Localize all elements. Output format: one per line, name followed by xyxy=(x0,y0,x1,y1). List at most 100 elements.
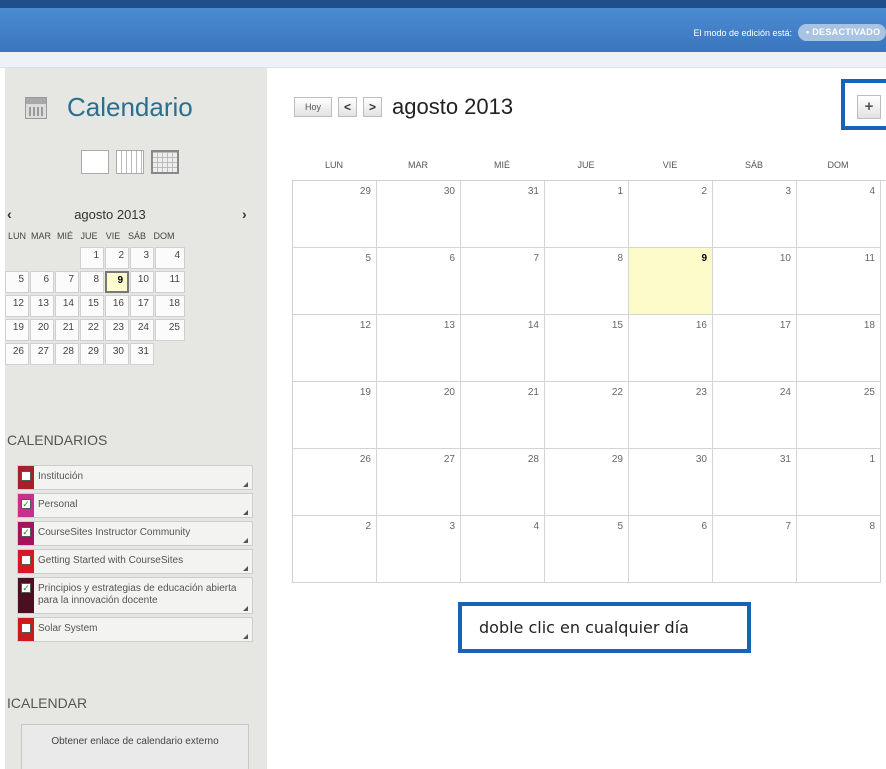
calendar-list-item[interactable]: ✓ CourseSites Instructor Community xyxy=(17,521,253,546)
mini-day-cell[interactable]: 7 xyxy=(55,271,79,293)
day-view-button[interactable] xyxy=(81,150,109,174)
day-cell[interactable]: 17 xyxy=(713,315,797,382)
day-cell[interactable]: 18 xyxy=(797,315,881,382)
mini-day-cell[interactable]: 18 xyxy=(155,295,185,317)
mini-day-cell[interactable]: 8 xyxy=(80,271,104,293)
day-cell[interactable]: 26 xyxy=(293,449,377,516)
week-row: 5 6 7 8 9 10 11 xyxy=(293,248,886,315)
day-cell[interactable]: 6 xyxy=(377,248,461,315)
calendar-checkbox[interactable]: ✓ xyxy=(21,583,31,593)
weekday-label: MIÉ xyxy=(493,160,510,170)
day-cell[interactable]: 30 xyxy=(377,181,461,248)
mini-day-cell[interactable]: 27 xyxy=(30,343,54,365)
main-toolbar: Hoy < > agosto 2013 xyxy=(294,94,513,120)
mini-day-cell[interactable]: 5 xyxy=(5,271,29,293)
mini-day-cell[interactable]: 22 xyxy=(80,319,104,341)
calendar-list-item[interactable]: ✓ Personal xyxy=(17,493,253,518)
mini-day-cell[interactable]: 25 xyxy=(155,319,185,341)
mini-day-cell[interactable]: 29 xyxy=(80,343,104,365)
calendar-list-item[interactable]: Solar System xyxy=(17,617,253,642)
day-cell[interactable]: 1 xyxy=(545,181,629,248)
calendar-list-item[interactable]: ✓ Principios y estrategias de educación a… xyxy=(17,577,253,614)
day-cell[interactable]: 5 xyxy=(293,248,377,315)
mini-day-cell[interactable]: 28 xyxy=(55,343,79,365)
day-cell[interactable]: 14 xyxy=(461,315,545,382)
day-cell[interactable]: 8 xyxy=(797,516,881,583)
mini-weekday-label: VIE xyxy=(105,231,121,241)
mini-day-cell[interactable]: 13 xyxy=(30,295,54,317)
today-button[interactable]: Hoy xyxy=(294,97,332,117)
calendar-list-item[interactable]: Getting Started with CourseSites xyxy=(17,549,253,574)
day-cell[interactable]: 22 xyxy=(545,382,629,449)
day-cell[interactable]: 3 xyxy=(713,181,797,248)
day-cell[interactable]: 3 xyxy=(377,516,461,583)
prev-month-button[interactable]: < xyxy=(338,97,357,117)
mini-day-cell[interactable]: 20 xyxy=(30,319,54,341)
day-cell[interactable]: 7 xyxy=(461,248,545,315)
mini-day-cell[interactable]: 19 xyxy=(5,319,29,341)
mini-day-cell[interactable]: 26 xyxy=(5,343,29,365)
day-cell[interactable]: 29 xyxy=(545,449,629,516)
edit-mode-toggle[interactable]: • DESACTIVADO xyxy=(798,24,886,41)
day-cell[interactable]: 4 xyxy=(461,516,545,583)
mini-day-cell[interactable]: 16 xyxy=(105,295,129,317)
mini-day-cell[interactable]: 15 xyxy=(80,295,104,317)
day-cell[interactable]: 8 xyxy=(545,248,629,315)
mini-day-cell[interactable]: 6 xyxy=(30,271,54,293)
day-cell[interactable]: 28 xyxy=(461,449,545,516)
day-cell[interactable]: 5 xyxy=(545,516,629,583)
mini-day-cell[interactable]: 10 xyxy=(130,271,154,293)
mini-day-cell[interactable]: 4 xyxy=(155,247,185,269)
week-view-button[interactable] xyxy=(116,150,144,174)
calendar-checkbox[interactable] xyxy=(21,555,31,565)
day-cell[interactable]: 12 xyxy=(293,315,377,382)
day-cell[interactable]: 25 xyxy=(797,382,881,449)
day-cell[interactable]: 23 xyxy=(629,382,713,449)
day-cell[interactable]: 15 xyxy=(545,315,629,382)
calendar-checkbox[interactable]: ✓ xyxy=(21,499,31,509)
day-cell[interactable]: 30 xyxy=(629,449,713,516)
next-month-button[interactable]: > xyxy=(363,97,382,117)
day-cell[interactable]: 27 xyxy=(377,449,461,516)
mini-day-cell[interactable]: 17 xyxy=(130,295,154,317)
day-cell[interactable]: 1 xyxy=(797,449,881,516)
day-cell[interactable]: 11 xyxy=(797,248,881,315)
day-cell[interactable]: 4 xyxy=(797,181,881,248)
mini-day-cell[interactable]: 3 xyxy=(130,247,154,269)
mini-day-cell[interactable]: 30 xyxy=(105,343,129,365)
mini-day-cell[interactable]: 2 xyxy=(105,247,129,269)
day-cell[interactable]: 6 xyxy=(629,516,713,583)
calendar-list-item[interactable]: Institución xyxy=(17,465,253,490)
mini-day-cell[interactable]: 14 xyxy=(55,295,79,317)
day-cell[interactable]: 31 xyxy=(713,449,797,516)
day-cell[interactable]: 24 xyxy=(713,382,797,449)
mini-day-cell[interactable]: 21 xyxy=(55,319,79,341)
mini-day-cell[interactable]: 31 xyxy=(130,343,154,365)
day-cell[interactable]: 20 xyxy=(377,382,461,449)
sidebar-header: Calendario xyxy=(25,92,193,123)
mini-day-cell[interactable]: 12 xyxy=(5,295,29,317)
external-calendar-link-button[interactable]: Obtener enlace de calendario externo xyxy=(21,724,249,769)
calendar-checkbox[interactable] xyxy=(21,623,31,633)
add-event-button[interactable]: + xyxy=(857,95,881,119)
day-cell-today[interactable]: 9 xyxy=(629,248,713,315)
month-view-button[interactable] xyxy=(151,150,179,174)
mini-day-cell[interactable]: 23 xyxy=(105,319,129,341)
day-cell[interactable]: 10 xyxy=(713,248,797,315)
mini-day-today[interactable]: 9 xyxy=(105,271,129,293)
mini-day-cell[interactable]: 1 xyxy=(80,247,104,269)
calendar-checkbox[interactable]: ✓ xyxy=(21,527,31,537)
calendar-checkbox[interactable] xyxy=(21,471,31,481)
day-cell[interactable]: 29 xyxy=(293,181,377,248)
mini-day-cell[interactable]: 24 xyxy=(130,319,154,341)
day-cell[interactable]: 19 xyxy=(293,382,377,449)
day-cell[interactable]: 13 xyxy=(377,315,461,382)
mini-day-cell[interactable]: 11 xyxy=(155,271,185,293)
day-cell[interactable]: 2 xyxy=(629,181,713,248)
day-cell[interactable]: 21 xyxy=(461,382,545,449)
day-cell[interactable]: 16 xyxy=(629,315,713,382)
day-cell[interactable]: 2 xyxy=(293,516,377,583)
day-cell[interactable]: 31 xyxy=(461,181,545,248)
day-cell[interactable]: 7 xyxy=(713,516,797,583)
mini-next-month-button[interactable]: › xyxy=(242,206,247,222)
